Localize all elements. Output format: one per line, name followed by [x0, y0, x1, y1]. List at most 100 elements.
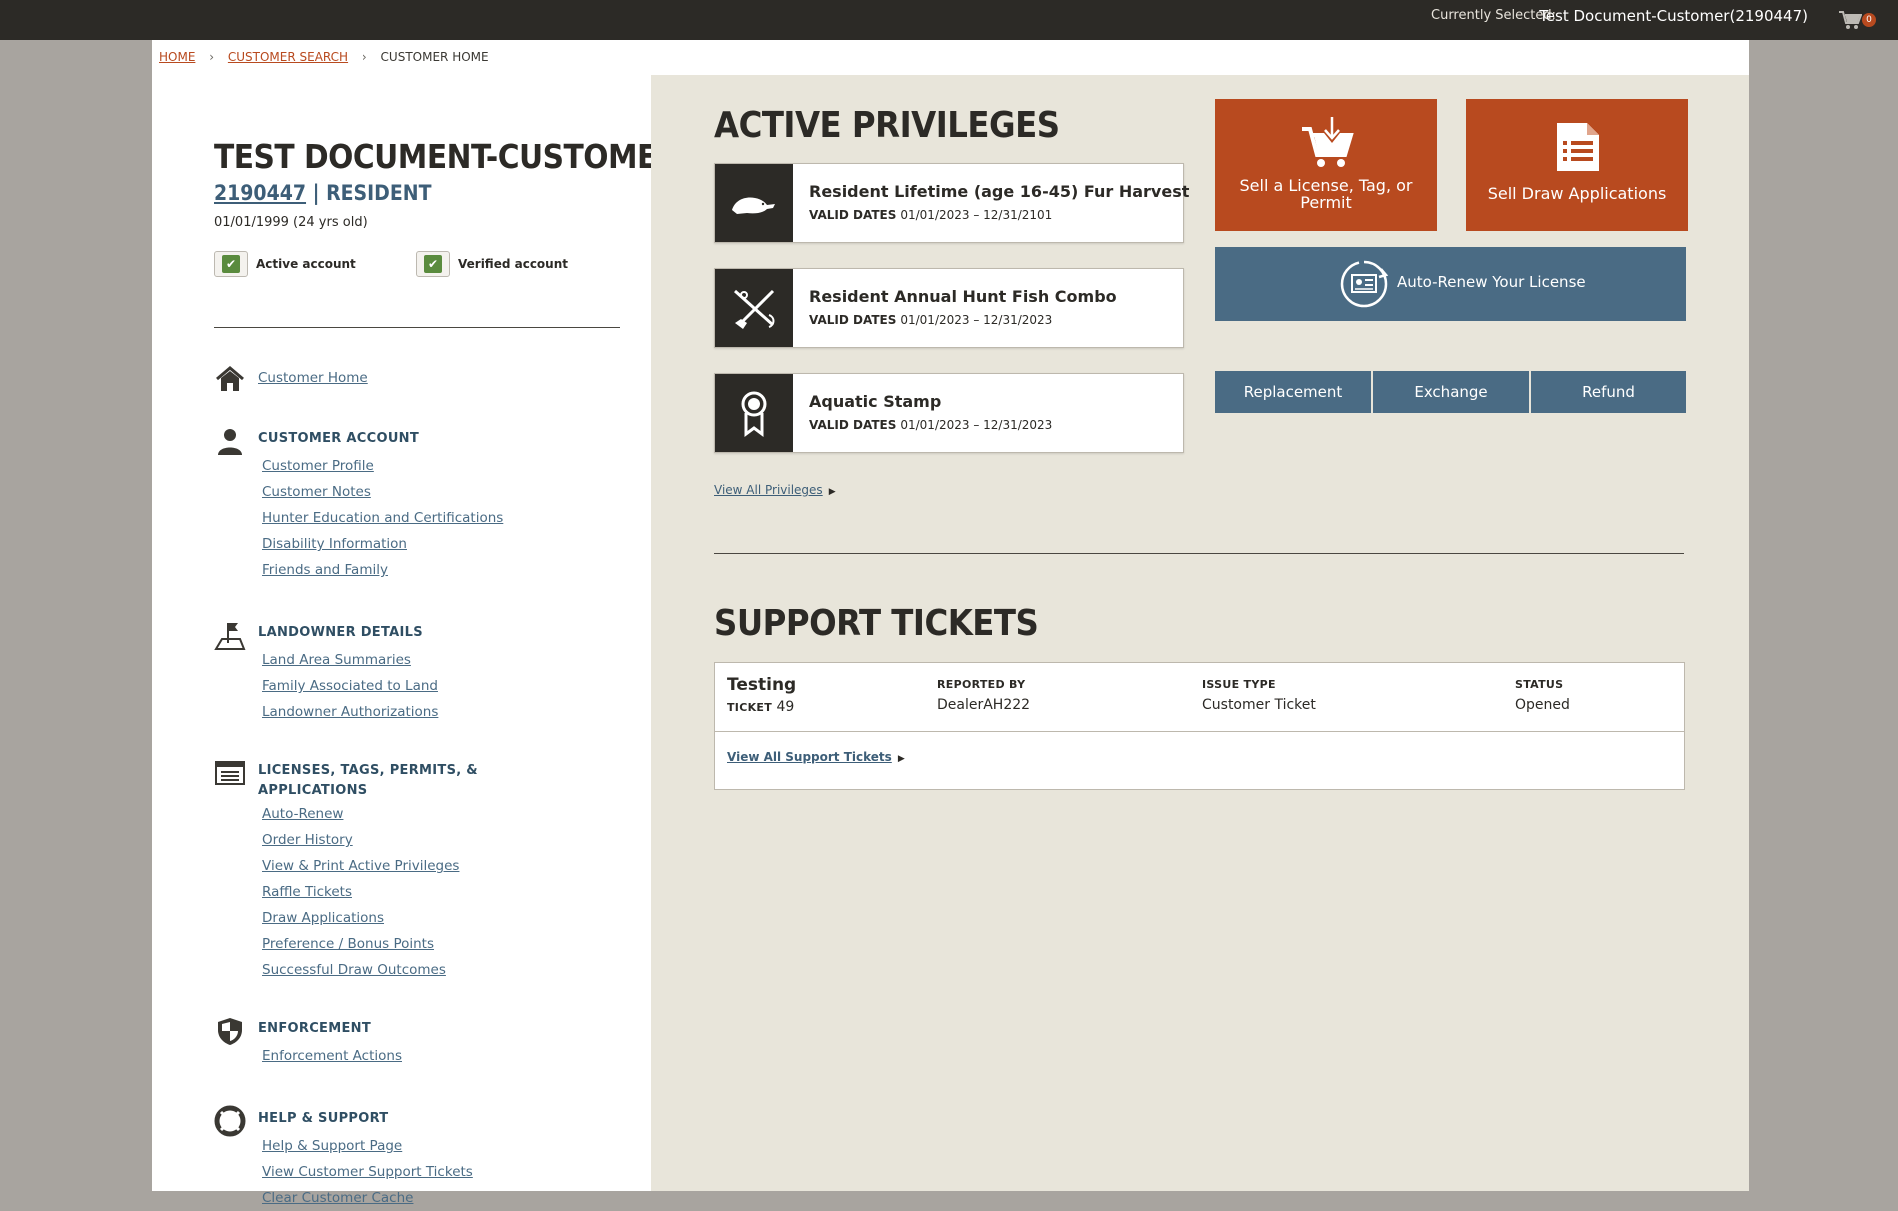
customer-home-link[interactable]: Customer Home — [258, 365, 368, 391]
land-flag-icon — [214, 623, 246, 650]
sell-draw-label: Sell Draw Applications — [1487, 184, 1667, 203]
nav-link-view-support-tickets[interactable]: View Customer Support Tickets — [262, 1159, 473, 1185]
ticket-col-issue-type: ISSUE TYPE Customer Ticket — [1202, 678, 1316, 713]
ticket-col-reported-by: REPORTED BY DealerAH222 — [937, 678, 1030, 713]
cart-count-badge: 0 — [1862, 13, 1876, 27]
nav-link-auto-renew[interactable]: Auto-Renew — [262, 801, 459, 827]
privilege-icon-box — [715, 269, 793, 347]
breadcrumb-home-link[interactable]: HOME — [159, 50, 195, 64]
nav-link-clear-cache[interactable]: Clear Customer Cache — [262, 1185, 473, 1211]
cart-icon[interactable] — [1838, 9, 1862, 31]
rifle-rod-icon — [733, 289, 775, 329]
valid-dates-value: 01/01/2023 – 12/31/2101 — [900, 208, 1053, 222]
privilege-card[interactable]: Resident Annual Hunt Fish Combo VALID DA… — [714, 268, 1184, 348]
view-all-privileges-label: View All Privileges — [714, 483, 823, 497]
nav-link-land-area-summaries[interactable]: Land Area Summaries — [262, 647, 438, 673]
sell-license-label-line2: Permit — [1300, 193, 1352, 212]
nav-section-title: LICENSES, TAGS, PERMITS, & APPLICATIONS — [258, 761, 478, 801]
nav-link-customer-notes[interactable]: Customer Notes — [262, 479, 503, 505]
verified-account-label: Verified account — [458, 257, 568, 271]
breadcrumb-current: CUSTOMER HOME — [380, 49, 489, 64]
nav-section-title-line1: LICENSES, TAGS, PERMITS, & — [258, 763, 478, 778]
privilege-name: Resident Lifetime (age 16-45) Fur Harves… — [809, 182, 1190, 201]
breadcrumb-customer-search-link[interactable]: CUSTOMER SEARCH — [228, 50, 348, 64]
ticket-number: 49 — [776, 699, 795, 715]
auto-renew-icon — [1340, 260, 1389, 308]
issue-type-value: Customer Ticket — [1202, 697, 1316, 713]
privilege-dates: VALID DATES 01/01/2023 – 12/31/2023 — [809, 418, 1052, 432]
beaver-icon — [732, 197, 775, 214]
breadcrumb-separator: › — [361, 49, 367, 64]
auto-renew-label: Auto-Renew Your License — [1397, 273, 1586, 291]
nav-link-disability-information[interactable]: Disability Information — [262, 531, 503, 557]
view-all-privileges-link[interactable]: View All Privileges ▶ — [714, 483, 836, 497]
privilege-card[interactable]: Aquatic Stamp VALID DATES 01/01/2023 – 12… — [714, 373, 1184, 453]
reported-by-label: REPORTED BY — [937, 678, 1026, 691]
sell-license-button[interactable]: Sell a License, Tag, or Permit — [1215, 99, 1437, 231]
customer-id-line: 2190447 | RESIDENT — [214, 181, 431, 205]
nav-link-family-associated-land[interactable]: Family Associated to Land — [262, 673, 438, 699]
replacement-button[interactable]: Replacement — [1215, 371, 1371, 413]
currently-selected-label: Currently Selected: — [1431, 8, 1556, 23]
check-icon: ✔ — [222, 255, 240, 273]
nav-section-title: CUSTOMER ACCOUNT — [258, 431, 420, 446]
breadcrumb: HOME › CUSTOMER SEARCH › CUSTOMER HOME — [159, 49, 489, 67]
nav-section-title: HELP & SUPPORT — [258, 1111, 389, 1126]
privilege-icon-box — [715, 374, 793, 452]
privilege-name: Aquatic Stamp — [809, 392, 942, 411]
nav-section-title: LANDOWNER DETAILS — [258, 625, 423, 640]
ticket-col-title: Testing TICKET 49 — [727, 675, 796, 715]
valid-dates-label: VALID DATES — [809, 313, 897, 327]
issue-type-label: ISSUE TYPE — [1202, 678, 1276, 691]
support-tickets-table: Testing TICKET 49 REPORTED BY DealerAH22… — [714, 662, 1685, 790]
verified-account-checkbox: ✔ — [416, 251, 450, 277]
nav-section-title-line2: APPLICATIONS — [258, 783, 368, 798]
customer-id-link[interactable]: 2190447 — [214, 181, 306, 205]
nav-link-help-support-page[interactable]: Help & Support Page — [262, 1133, 473, 1159]
view-all-support-tickets-label: View All Support Tickets — [727, 750, 892, 764]
nav-link-raffle-tickets[interactable]: Raffle Tickets — [262, 879, 459, 905]
nav-link-successful-draw-outcomes[interactable]: Successful Draw Outcomes — [262, 957, 459, 983]
lifebuoy-icon — [214, 1105, 246, 1137]
refund-button[interactable]: Refund — [1531, 371, 1686, 413]
support-tickets-heading: SUPPORT TICKETS — [714, 603, 1039, 644]
reported-by-value: DealerAH222 — [937, 697, 1031, 713]
exchange-button[interactable]: Exchange — [1373, 371, 1529, 413]
view-all-support-tickets-link[interactable]: View All Support Tickets ▶ — [727, 750, 905, 764]
main-divider — [714, 553, 1684, 554]
check-icon: ✔ — [424, 255, 442, 273]
nav-link-customer-profile[interactable]: Customer Profile — [262, 453, 503, 479]
sell-draw-applications-button[interactable]: Sell Draw Applications — [1466, 99, 1688, 231]
valid-dates-label: VALID DATES — [809, 208, 897, 222]
nav-link-landowner-authorizations[interactable]: Landowner Authorizations — [262, 699, 438, 725]
privilege-card[interactable]: Resident Lifetime (age 16-45) Fur Harves… — [714, 163, 1189, 243]
auto-renew-button[interactable]: Auto-Renew Your License — [1215, 247, 1686, 321]
privilege-dates: VALID DATES 01/01/2023 – 12/31/2023 — [809, 313, 1052, 327]
sell-license-label-line1: Sell a License, Tag, or — [1239, 176, 1413, 195]
page: HOME › CUSTOMER SEARCH › CUSTOMER HOME T… — [152, 40, 1749, 1206]
ticket-col-status: STATUS Opened — [1515, 678, 1570, 713]
active-account-label: Active account — [256, 257, 356, 271]
nav-link-preference-points[interactable]: Preference / Bonus Points — [262, 931, 459, 957]
nav-link-draw-applications[interactable]: Draw Applications — [262, 905, 459, 931]
nav-link-hunter-education[interactable]: Hunter Education and Certifications — [262, 505, 503, 531]
currently-selected-customer[interactable]: Test Document-Customer(2190447) — [1539, 7, 1808, 25]
valid-dates-label: VALID DATES — [809, 418, 897, 432]
nav-link-view-print-privileges[interactable]: View & Print Active Privileges — [262, 853, 459, 879]
document-icon — [1557, 123, 1599, 171]
status-label: STATUS — [1515, 678, 1564, 691]
nav-link-enforcement-actions[interactable]: Enforcement Actions — [262, 1043, 402, 1069]
ticket-row[interactable]: Testing TICKET 49 REPORTED BY DealerAH22… — [715, 663, 1684, 732]
home-icon — [216, 366, 244, 391]
nav-link-order-history[interactable]: Order History — [262, 827, 459, 853]
nav-link-friends-family[interactable]: Friends and Family — [262, 557, 503, 583]
ribbon-badge-icon — [741, 391, 767, 437]
privilege-name: Resident Annual Hunt Fish Combo — [809, 287, 1117, 306]
ticket-label: TICKET — [727, 701, 773, 714]
chevron-right-icon: ▶ — [828, 487, 836, 497]
customer-residency: | RESIDENT — [312, 181, 432, 205]
cart-download-icon — [1302, 117, 1354, 167]
breadcrumb-separator: › — [209, 49, 215, 64]
license-list-icon — [215, 761, 245, 785]
privilege-dates: VALID DATES 01/01/2023 – 12/31/2101 — [809, 208, 1052, 222]
